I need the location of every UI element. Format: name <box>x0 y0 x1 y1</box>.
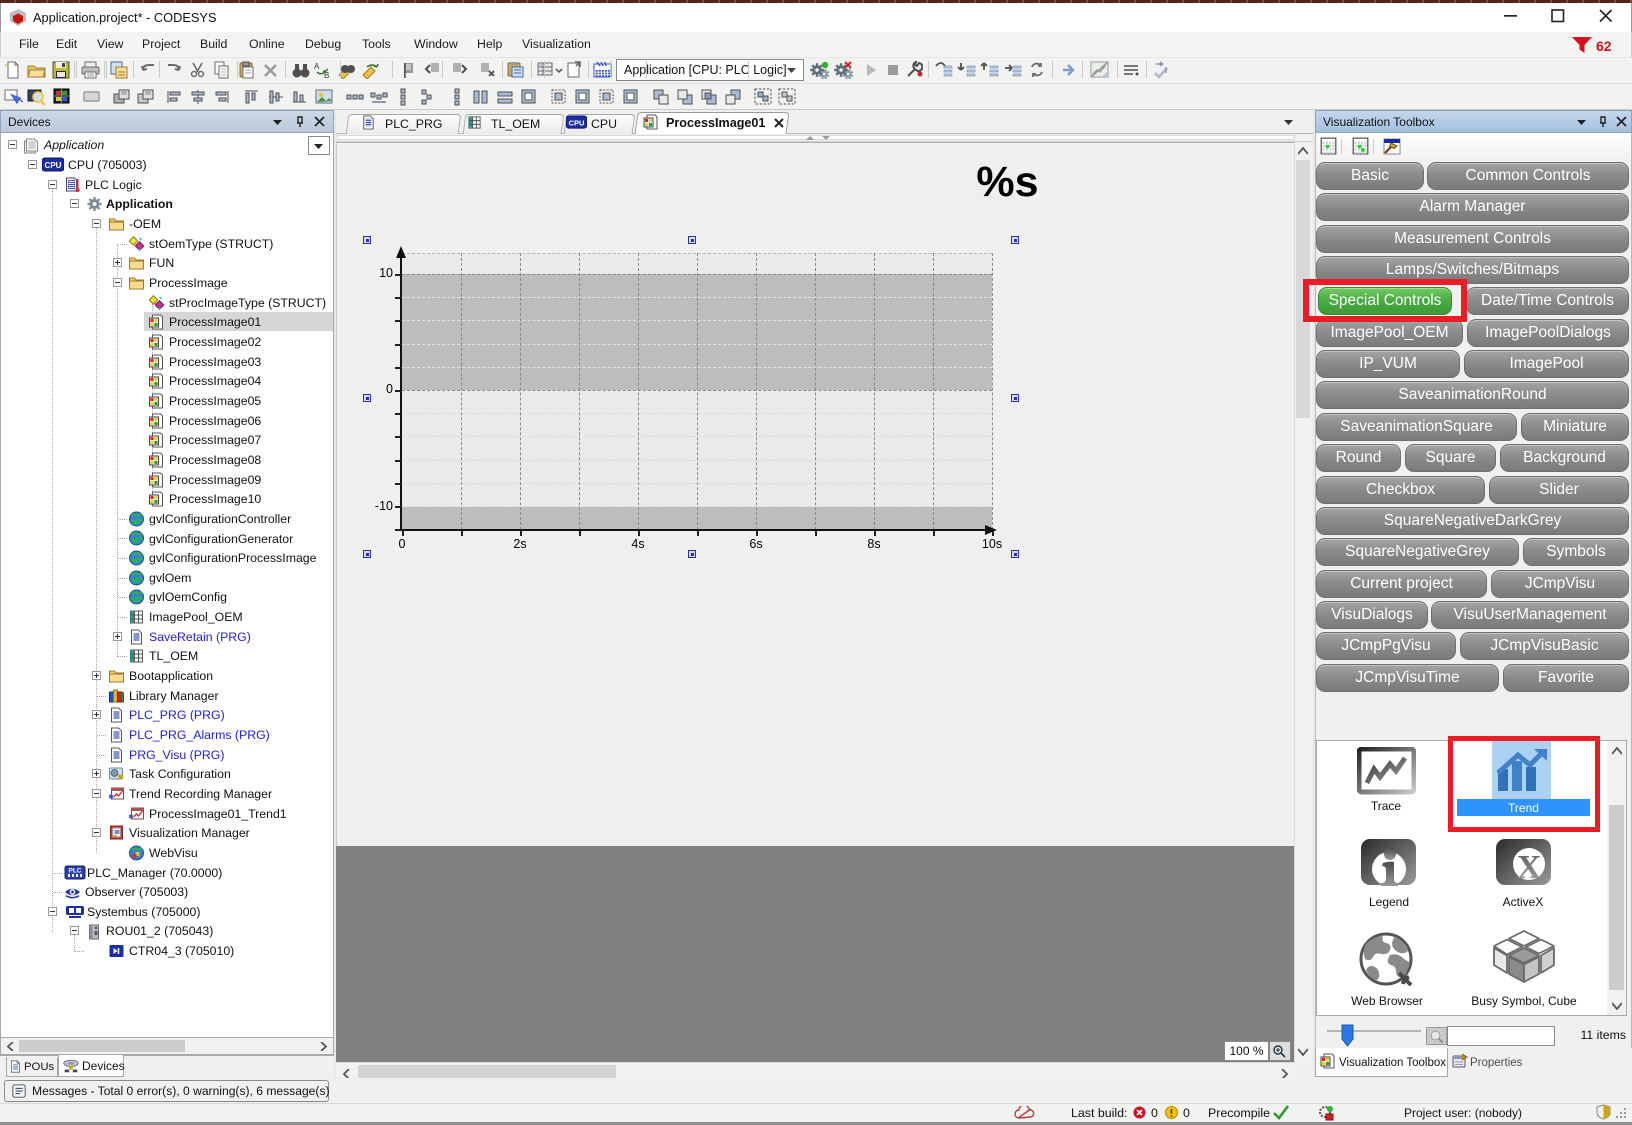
svg-text:A: A <box>314 62 320 71</box>
svg-text:X: X <box>1517 849 1542 886</box>
